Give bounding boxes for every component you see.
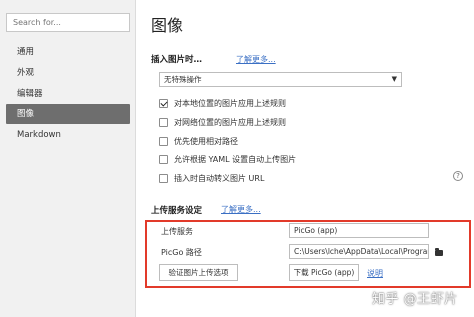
page-title: 图像 [151,16,184,35]
sidebar: 通用 外观 编辑器 图像 Markdown [0,0,136,317]
checkbox-network-images[interactable] [159,117,168,127]
main-panel: 图像 插入图片时… 了解更多... 无特殊操作 ▼ 对本地位置的图片应用上述规则… [137,0,474,317]
picgo-path-input[interactable]: C:\Users\lche\AppData\Local\Programs\ [289,244,429,259]
option-label: 允许根据 YAML 设置自动上传图片 [174,154,297,164]
chevron-down-icon: ▼ [391,75,397,83]
folder-icon[interactable] [435,248,443,256]
option-yaml-upload[interactable]: 允许根据 YAML 设置自动上传图片 [159,152,296,166]
option-label: 插入时自动转义图片 URL [174,173,265,183]
picgo-path-label: PicGo 路径 [161,248,202,257]
option-label: 对本地位置的图片应用上述规则 [174,98,286,108]
checkbox-relative-path[interactable] [159,136,168,146]
checkbox-yaml-upload[interactable] [159,154,168,164]
option-escape-url[interactable]: 插入时自动转义图片 URL [159,171,264,185]
search-input[interactable] [6,13,130,32]
upload-service-label: 上传服务 [161,227,193,236]
sidebar-item-editor[interactable]: 编辑器 [6,84,130,104]
watermark: 知乎 @王虾片 [372,292,458,307]
sidebar-item-general[interactable]: 通用 [6,42,130,62]
upload-service-select[interactable]: PicGo (app) [289,223,429,238]
verify-upload-button[interactable]: 验证图片上传选项 [159,264,238,281]
option-network-images[interactable]: 对网络位置的图片应用上述规则 [159,115,286,129]
insert-action-select[interactable]: 无特殊操作 ▼ [159,72,402,87]
checkbox-escape-url[interactable] [159,173,168,183]
option-relative-path[interactable]: 优先使用相对路径 [159,134,238,148]
insert-action-value: 无特殊操作 [164,75,202,84]
help-link[interactable]: 说明 [367,268,383,279]
download-picgo-button[interactable]: 下载 PicGo (app) [289,264,359,281]
option-local-images[interactable]: 对本地位置的图片应用上述规则 [159,96,286,110]
upload-heading: 上传服务设定 [151,206,203,216]
sidebar-item-markdown[interactable]: Markdown [6,125,130,145]
checkbox-local-images[interactable] [159,98,168,108]
insert-heading: 插入图片时… [151,55,203,65]
option-label: 优先使用相对路径 [174,136,238,146]
help-icon[interactable]: ? [453,171,463,181]
option-label: 对网络位置的图片应用上述规则 [174,117,286,127]
sidebar-item-image[interactable]: 图像 [6,104,130,124]
insert-learn-more-link[interactable]: 了解更多... [236,54,276,65]
upload-learn-more-link[interactable]: 了解更多... [221,204,261,215]
sidebar-item-appearance[interactable]: 外观 [6,63,130,83]
